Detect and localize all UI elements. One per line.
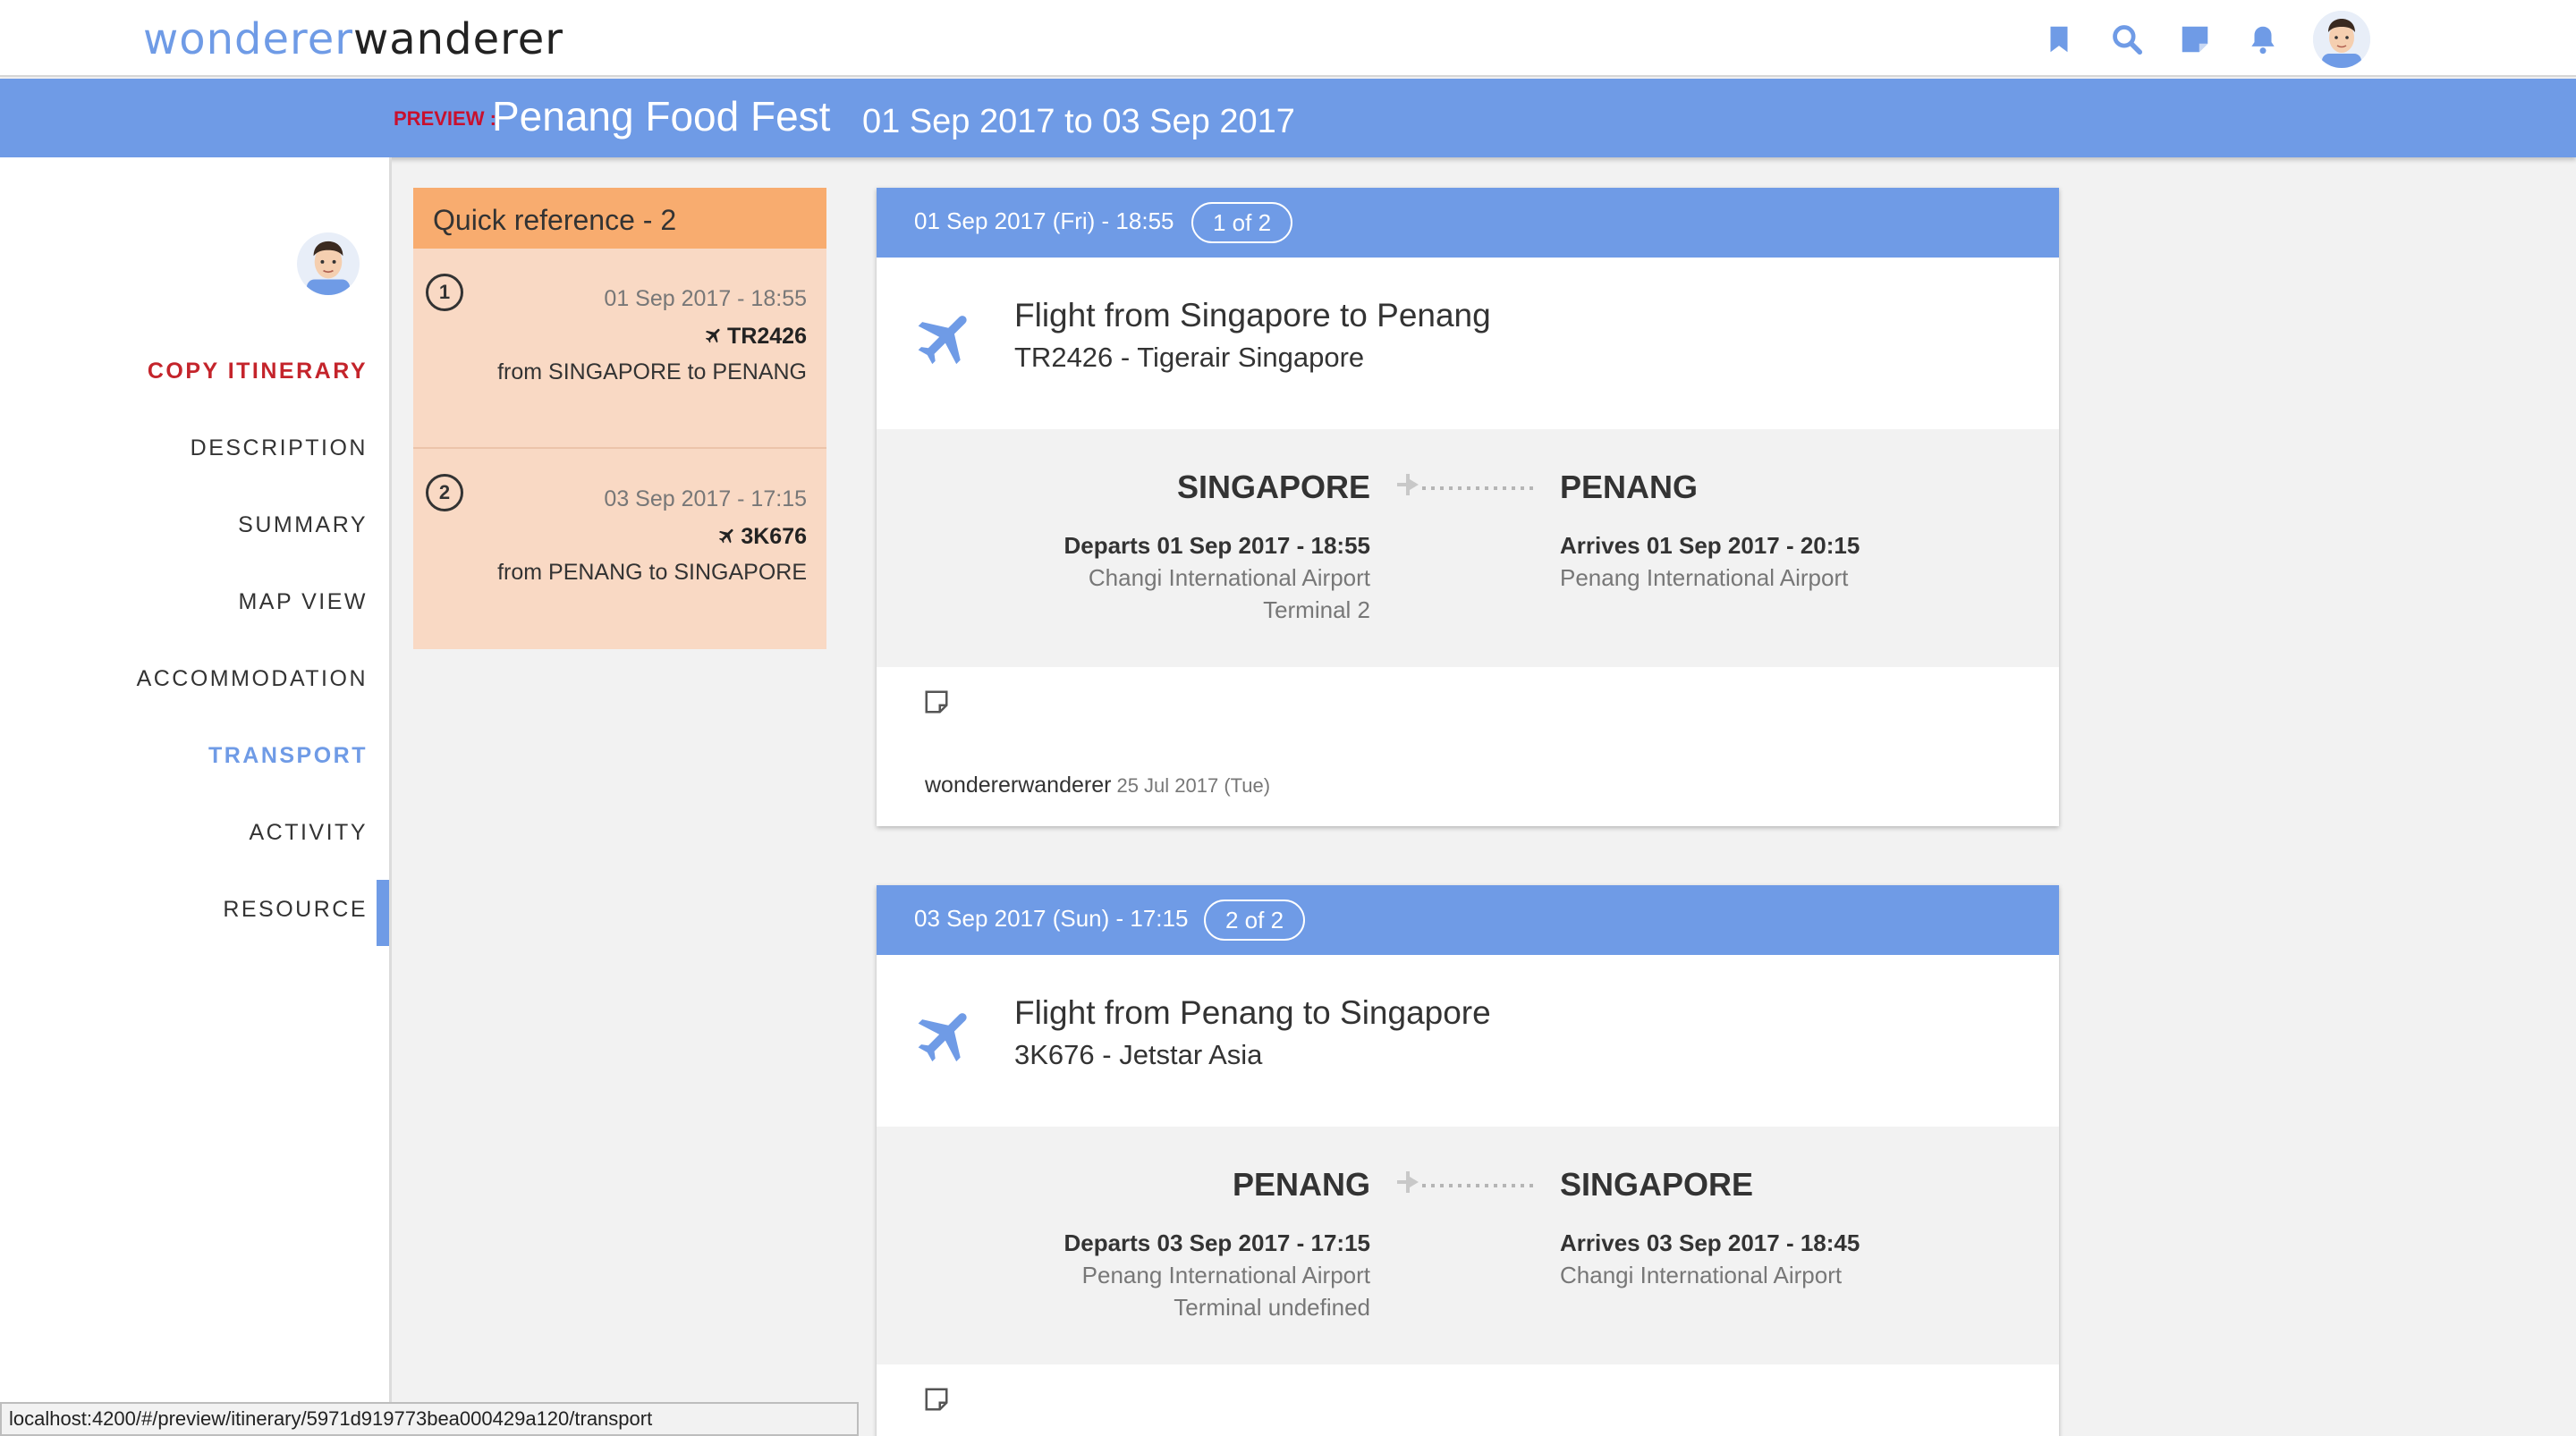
- sidebar-item-map-view[interactable]: MAP VIEW: [10, 563, 368, 640]
- sidebar-item-summary[interactable]: SUMMARY: [10, 486, 368, 563]
- plane-icon: [719, 528, 733, 544]
- preview-label: PREVIEW :: [394, 107, 496, 130]
- transport-title: Flight from Singapore to Penang: [1014, 297, 1491, 334]
- app-window: wondererwanderer PREVIEW: Penang Food F…: [0, 0, 2576, 1436]
- logo-part-wonderer: wonderer: [143, 14, 353, 64]
- arrival-details: Arrives 03 Sep 2017 - 18:45 Changi Inter…: [1560, 1227, 1860, 1291]
- plane-icon: [918, 1013, 967, 1062]
- sidebar-item-activity[interactable]: ACTIVITY: [10, 794, 368, 871]
- quick-reference-route: from SINGAPORE to PENANG: [497, 359, 807, 384]
- transport-card-header: 03 Sep 2017 (Sun) - 17:15 2 of 2: [877, 885, 2059, 955]
- brand-logo[interactable]: wondererwanderer: [143, 13, 564, 66]
- bookmark-icon[interactable]: [2041, 21, 2077, 57]
- sidebar-item-copy-itinerary[interactable]: COPY ITINERARY: [10, 333, 368, 410]
- arrival-time: Arrives 03 Sep 2017 - 18:45: [1560, 1229, 1860, 1256]
- quick-reference-title: Quick reference - 2: [413, 188, 826, 249]
- quick-reference-date: 03 Sep 2017 - 17:15: [604, 486, 807, 511]
- itinerary-title: Penang Food Fest: [492, 93, 831, 139]
- arrival-city: PENANG: [1560, 469, 1699, 505]
- transport-subtitle: TR2426 - Tigerair Singapore: [1014, 342, 1365, 373]
- quick-reference-panel: Quick reference - 2 1 01 Sep 2017 - 18:5…: [413, 188, 826, 649]
- search-icon[interactable]: [2109, 21, 2145, 57]
- transport-subtitle: 3K676 - Jetstar Asia: [1014, 1039, 1263, 1070]
- sidebar-menu: COPY ITINERARY DESCRIPTION SUMMARY MAP V…: [10, 333, 389, 948]
- author-avatar[interactable]: [297, 232, 360, 295]
- departure-city: PENANG: [1232, 1166, 1370, 1203]
- arrival-airport: Penang International Airport: [1560, 564, 1849, 591]
- transport-datetime: 01 Sep 2017 (Fri) - 18:55: [914, 207, 1174, 234]
- transport-datetime: 03 Sep 2017 (Sun) - 17:15: [914, 905, 1189, 932]
- route-details: PENANG SINGAPORE Departs 03 Sep 2017 - 1…: [877, 1127, 2059, 1364]
- arrival-details: Arrives 01 Sep 2017 - 20:15 Penang Inter…: [1560, 529, 1860, 594]
- active-indicator: [377, 880, 389, 946]
- sidebar-item-transport[interactable]: TRANSPORT: [10, 717, 368, 794]
- transport-count-badge: 2 of 2: [1204, 900, 1306, 941]
- note-icon[interactable]: [923, 1386, 950, 1413]
- arrival-city: SINGAPORE: [1560, 1166, 1754, 1203]
- departure-terminal: Terminal undefined: [1174, 1294, 1370, 1321]
- browser-status-bar: localhost:4200/#/preview/itinerary/5971d…: [0, 1402, 859, 1436]
- transport-card: 03 Sep 2017 (Sun) - 17:15 2 of 2 Flight …: [877, 885, 2059, 1436]
- departure-airport: Penang International Airport: [1081, 1262, 1370, 1288]
- departure-time: Departs 01 Sep 2017 - 18:55: [1063, 532, 1370, 559]
- quick-reference-flight-code: TR2426: [727, 324, 807, 349]
- author-name[interactable]: wondererwanderer: [925, 773, 1111, 798]
- user-avatar[interactable]: [2313, 11, 2370, 68]
- departure-time: Departs 03 Sep 2017 - 17:15: [1063, 1229, 1370, 1256]
- departure-airport: Changi International Airport: [1088, 564, 1370, 591]
- departure-details: Departs 03 Sep 2017 - 17:15 Penang Inter…: [1063, 1227, 1370, 1323]
- author-date: 25 Jul 2017 (Tue): [1116, 774, 1271, 797]
- sidebar-item-resource[interactable]: RESOURCE: [10, 871, 368, 948]
- sidebar-item-description[interactable]: DESCRIPTION: [10, 410, 368, 486]
- note-icon[interactable]: [923, 688, 950, 715]
- logo-part-wanderer: wanderer: [353, 14, 564, 64]
- quick-reference-item[interactable]: 1 01 Sep 2017 - 18:55 TR2426 from SINGAP…: [413, 249, 826, 449]
- quick-reference-flight-code: 3K676: [741, 524, 807, 549]
- route-details: SINGAPORE PENANG Departs 01 Sep 2017 - 1…: [877, 429, 2059, 667]
- arrival-time: Arrives 01 Sep 2017 - 20:15: [1560, 532, 1860, 559]
- quick-reference-flight: 3K676: [717, 524, 807, 550]
- nav-icon-group: [2041, 11, 2370, 68]
- quick-reference-item[interactable]: 2 03 Sep 2017 - 17:15 3K676 from PENANG …: [413, 449, 826, 649]
- itinerary-header: PREVIEW : Penang Food Fest 01 Sep 2017 t…: [0, 79, 2576, 157]
- transport-card: 01 Sep 2017 (Fri) - 18:55 1 of 2 Flight …: [877, 188, 2059, 826]
- left-sidebar: COPY ITINERARY DESCRIPTION SUMMARY MAP V…: [0, 157, 392, 1436]
- route-arrow-icon: [1397, 1171, 1535, 1193]
- quick-reference-number: 2: [426, 474, 463, 511]
- quick-reference-flight: TR2426: [704, 324, 807, 350]
- itinerary-dates: 01 Sep 2017 to 03 Sep 2017: [862, 103, 1295, 140]
- top-navbar: wondererwanderer: [0, 0, 2576, 77]
- quick-reference-route: from PENANG to SINGAPORE: [497, 560, 807, 585]
- quick-reference-date: 01 Sep 2017 - 18:55: [604, 286, 807, 311]
- arrival-airport: Changi International Airport: [1560, 1262, 1843, 1288]
- transport-author: wondererwanderer 25 Jul 2017 (Tue): [925, 773, 1270, 798]
- plane-icon: [705, 328, 720, 343]
- departure-details: Departs 01 Sep 2017 - 18:55 Changi Inter…: [1063, 529, 1370, 626]
- note-icon[interactable]: [2177, 21, 2213, 57]
- bell-icon[interactable]: [2245, 21, 2281, 57]
- departure-terminal: Terminal 2: [1263, 596, 1370, 623]
- transport-count-badge: 1 of 2: [1191, 202, 1293, 243]
- sidebar-item-accommodation[interactable]: ACCOMMODATION: [10, 640, 368, 717]
- plane-icon: [918, 316, 967, 365]
- route-arrow-icon: [1397, 474, 1535, 495]
- departure-city: SINGAPORE: [1176, 469, 1370, 505]
- transport-card-header: 01 Sep 2017 (Fri) - 18:55 1 of 2: [877, 188, 2059, 258]
- quick-reference-number: 1: [426, 274, 463, 311]
- transport-title: Flight from Penang to Singapore: [1014, 994, 1491, 1031]
